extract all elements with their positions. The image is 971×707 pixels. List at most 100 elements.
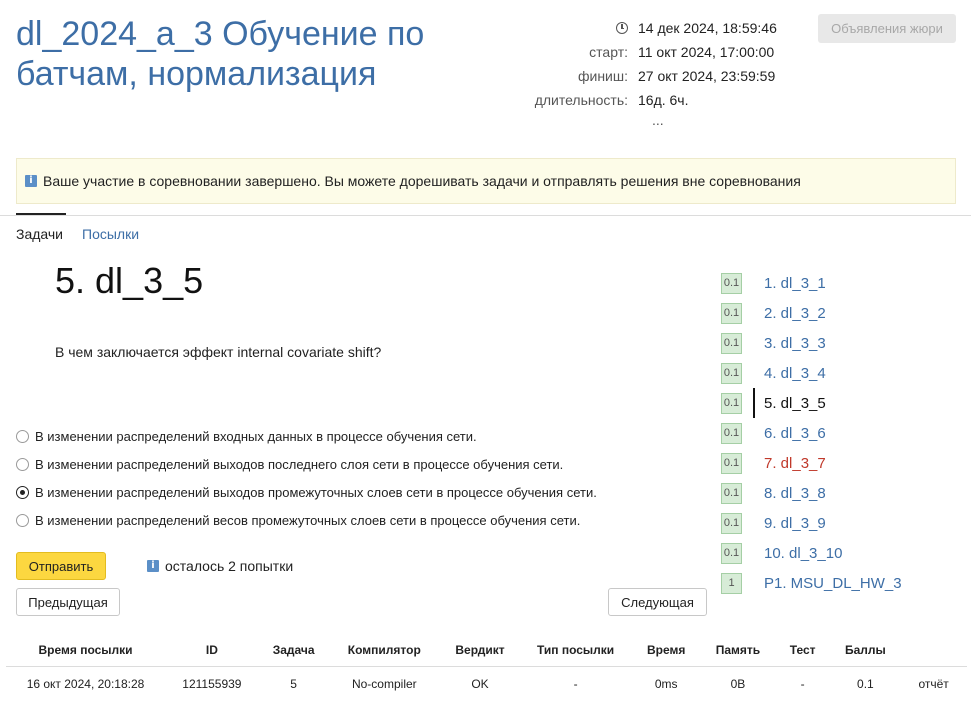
cell-points: 0.1 [830, 665, 901, 702]
contest-finished-notice: i Ваше участие в соревновании завершено.… [16, 158, 956, 204]
start-label: старт: [589, 44, 628, 60]
score-badge: 0.1 [721, 512, 742, 534]
table-header-row: Время посылки ID Задача Компилятор Верди… [6, 634, 967, 666]
cell-compiler: No-compiler [328, 665, 441, 702]
radio-button[interactable] [16, 429, 29, 443]
cell-runtime: 0ms [631, 665, 702, 702]
meta-more-link[interactable]: ... [652, 112, 664, 128]
attempts-text: осталось 2 попытки [165, 558, 294, 574]
problem-list-item[interactable]: 0.1 9. dl_3_9 [721, 508, 902, 538]
notice-text: Ваше участие в соревновании завершено. В… [43, 173, 801, 189]
duration-row: длительность: 16д. 6ч. [530, 88, 800, 112]
start-row: старт: 11 окт 2024, 17:00:00 [530, 40, 800, 64]
tab-problems[interactable]: Задачи [16, 226, 63, 242]
problem-list-item[interactable]: 0.1 1. dl_3_1 [721, 268, 902, 298]
problem-list-item[interactable]: 0.1 2. dl_3_2 [721, 298, 902, 328]
radio-button[interactable] [16, 457, 29, 471]
answer-option-label: В изменении распределений входных данных… [35, 428, 477, 444]
col-header-type: Тип посылки [537, 642, 615, 657]
problem-link[interactable]: 3. dl_3_3 [764, 335, 826, 352]
duration-value: 16д. 6ч. [638, 92, 689, 108]
score-badge: 0.1 [721, 392, 742, 414]
problem-link[interactable]: 1. dl_3_1 [764, 275, 826, 292]
col-header-id: ID [205, 642, 218, 657]
answer-option-label: В изменении распределений весов промежут… [35, 512, 581, 528]
score-badge: 0.1 [721, 272, 742, 294]
problem-list-item[interactable]: 1 P1. MSU_DL_HW_3 [721, 568, 902, 598]
col-header-runtime: Время [646, 642, 686, 657]
submissions-table: Время посылки ID Задача Компилятор Верди… [6, 634, 967, 702]
col-header-time: Время посылки [38, 642, 133, 657]
cell-id: 121155939 [165, 665, 259, 702]
problem-link[interactable]: 9. dl_3_9 [764, 515, 826, 532]
score-badge: 0.1 [721, 332, 742, 354]
score-badge: 0.1 [721, 302, 742, 324]
previous-problem-button[interactable]: Предыдущая [16, 588, 120, 616]
radio-button[interactable] [16, 513, 29, 527]
cell-task: 5 [258, 665, 329, 702]
problem-question: В чем заключается эффект internal covari… [55, 344, 382, 360]
current-time: 14 дек 2024, 18:59:46 [638, 20, 777, 36]
problem-link[interactable]: 5. dl_3_5 [764, 395, 826, 412]
answer-option-label: В изменении распределений выходов промеж… [35, 484, 597, 500]
problem-list-item-current[interactable]: 0.1 5. dl_3_5 [721, 388, 902, 418]
cell-memory: 0B [701, 665, 775, 702]
tabs-divider [0, 215, 971, 216]
clock-icon [616, 22, 628, 34]
col-header-test: Тест [789, 642, 816, 657]
problem-list-item[interactable]: 0.1 7. dl_3_7 [721, 448, 902, 478]
score-badge: 0.1 [721, 362, 742, 384]
tab-submissions[interactable]: Посылки [82, 226, 139, 242]
answer-option[interactable]: В изменении распределений выходов послед… [16, 450, 597, 478]
duration-label: длительность: [534, 92, 628, 108]
problem-list-item[interactable]: 0.1 4. dl_3_4 [721, 358, 902, 388]
problem-link[interactable]: 10. dl_3_10 [764, 545, 842, 562]
problem-title: 5. dl_3_5 [55, 260, 204, 301]
problem-link[interactable]: 8. dl_3_8 [764, 485, 826, 502]
problem-link[interactable]: 7. dl_3_7 [764, 455, 826, 472]
answer-option-label: В изменении распределений выходов послед… [35, 456, 564, 472]
score-badge: 1 [721, 572, 742, 594]
col-header-report [900, 634, 967, 666]
problem-link[interactable]: 2. dl_3_2 [764, 305, 826, 322]
cell-time: 16 окт 2024, 20:18:28 [6, 665, 166, 702]
score-badge: 0.1 [721, 542, 742, 564]
radio-button-selected[interactable] [16, 485, 29, 499]
submit-button[interactable]: Отправить [16, 552, 106, 580]
col-header-task: Задача [272, 642, 315, 657]
finish-label: финиш: [577, 68, 628, 84]
problem-link[interactable]: P1. MSU_DL_HW_3 [764, 575, 902, 592]
cell-verdict: OK [440, 665, 520, 702]
next-problem-button[interactable]: Следующая [608, 588, 707, 616]
score-badge: 0.1 [721, 482, 742, 504]
problem-link[interactable]: 6. dl_3_6 [764, 425, 826, 442]
score-badge: 0.1 [721, 452, 742, 474]
col-header-compiler: Компилятор [347, 642, 421, 657]
current-time-row: 14 дек 2024, 18:59:46 [530, 16, 800, 40]
cell-type: - [519, 665, 632, 702]
answer-option[interactable]: В изменении распределений весов промежут… [16, 506, 597, 534]
problem-list-item[interactable]: 0.1 6. dl_3_6 [721, 418, 902, 448]
col-header-verdict: Вердикт [455, 642, 505, 657]
problem-list-item[interactable]: 0.1 10. dl_3_10 [721, 538, 902, 568]
report-link[interactable]: отчёт [900, 665, 967, 702]
info-icon: i [147, 560, 159, 572]
page-title: dl_2024_a_3 Обучение по батчам, нормализ… [16, 15, 425, 93]
answer-option[interactable]: В изменении распределений выходов промеж… [16, 478, 597, 506]
start-value: 11 окт 2024, 17:00:00 [638, 44, 775, 60]
col-header-memory: Память [715, 642, 761, 657]
finish-row: финиш: 27 окт 2024, 23:59:59 [530, 64, 800, 88]
answer-options: В изменении распределений входных данных… [16, 422, 597, 534]
answer-option[interactable]: В изменении распределений входных данных… [16, 422, 597, 450]
table-row: 16 окт 2024, 20:18:28 121155939 5 No-com… [6, 665, 967, 702]
finish-value: 27 окт 2024, 23:59:59 [638, 68, 776, 84]
info-icon: i [25, 175, 37, 187]
problem-list-item[interactable]: 0.1 8. dl_3_8 [721, 478, 902, 508]
attempts-remaining: i осталось 2 попытки [147, 558, 293, 574]
score-badge: 0.1 [721, 422, 742, 444]
problem-link[interactable]: 4. dl_3_4 [764, 365, 826, 382]
cell-test: - [774, 665, 831, 702]
jury-announcements-button[interactable]: Объявления жюри [818, 14, 956, 43]
col-header-points: Баллы [844, 642, 886, 657]
problem-list-item[interactable]: 0.1 3. dl_3_3 [721, 328, 902, 358]
